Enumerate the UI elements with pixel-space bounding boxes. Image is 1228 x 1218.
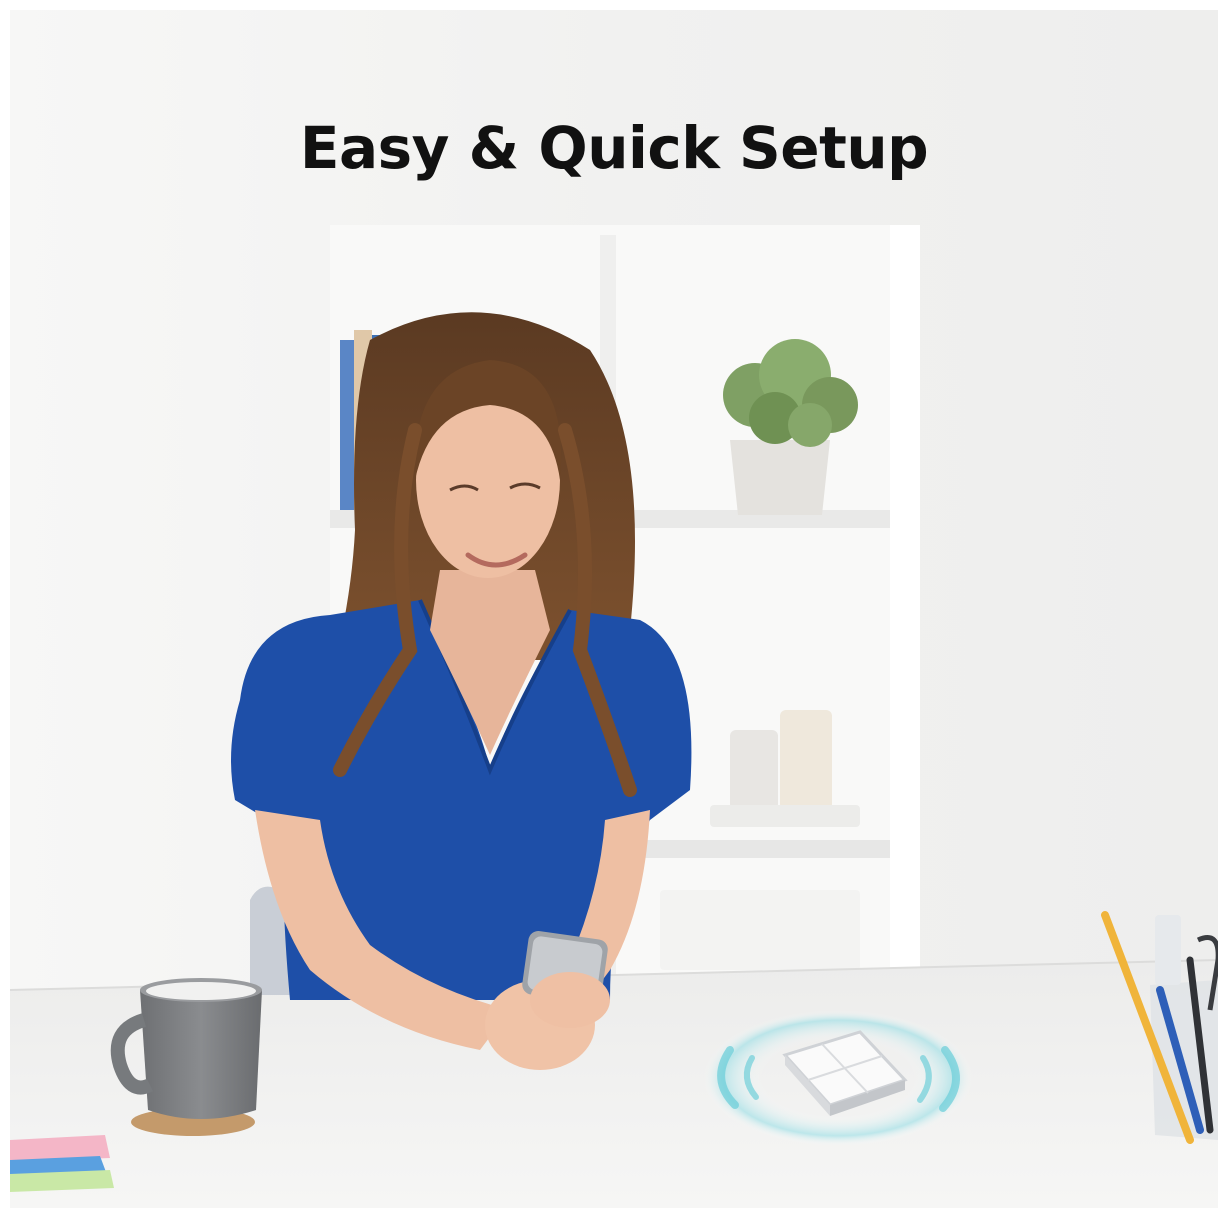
product-banner: Easy & Quick Setup [10, 10, 1218, 1208]
headline: Easy & Quick Setup [299, 114, 929, 182]
lifestyle-photo [10, 10, 1218, 1208]
sticky-notes [10, 1135, 114, 1192]
smart-switch-device [703, 1010, 973, 1146]
